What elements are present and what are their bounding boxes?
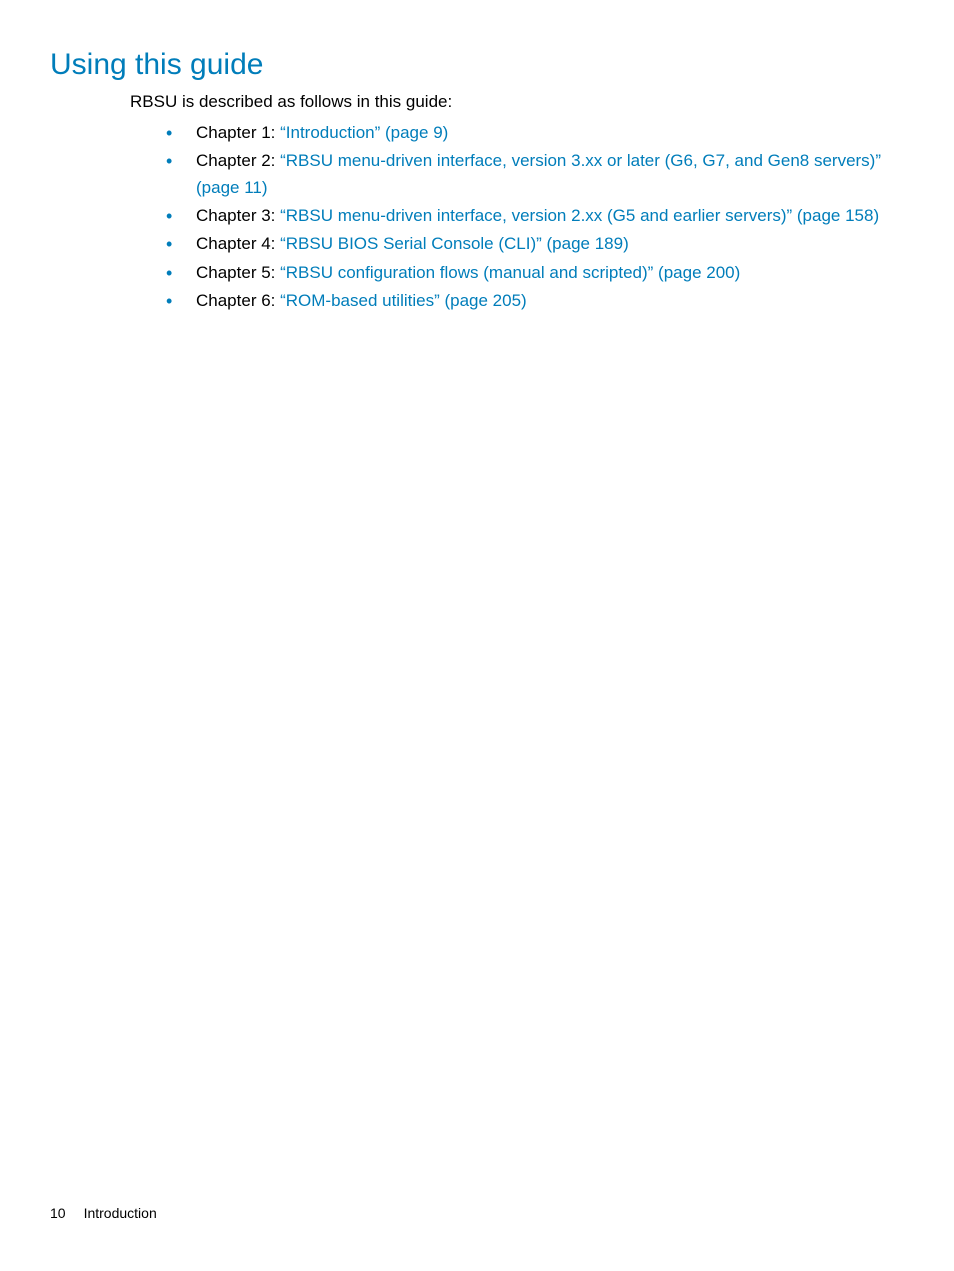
footer-section-name: Introduction xyxy=(84,1205,157,1221)
page-footer: 10 Introduction xyxy=(50,1205,157,1221)
footer-page-number: 10 xyxy=(50,1205,66,1221)
chapter-link-rbsu-v2[interactable]: “RBSU menu-driven interface, version 2.x… xyxy=(280,206,879,225)
list-item: Chapter 4: “RBSU BIOS Serial Console (CL… xyxy=(162,231,904,257)
chapter-link-rbsu-v3[interactable]: “RBSU menu-driven interface, version 3.x… xyxy=(196,151,881,196)
chapter-prefix: Chapter 2: xyxy=(196,151,280,170)
chapter-prefix: Chapter 5: xyxy=(196,263,280,282)
list-item: Chapter 2: “RBSU menu-driven interface, … xyxy=(162,148,904,201)
page-content: Using this guide RBSU is described as fo… xyxy=(0,0,954,314)
chapter-link-introduction[interactable]: “Introduction” (page 9) xyxy=(280,123,448,142)
section-heading: Using this guide xyxy=(50,48,904,82)
chapter-prefix: Chapter 6: xyxy=(196,291,280,310)
chapter-link-bios-serial-console[interactable]: “RBSU BIOS Serial Console (CLI)” (page 1… xyxy=(280,234,629,253)
list-item: Chapter 6: “ROM-based utilities” (page 2… xyxy=(162,288,904,314)
chapter-link-rom-utilities[interactable]: “ROM-based utilities” (page 205) xyxy=(280,291,527,310)
chapter-link-config-flows[interactable]: “RBSU configuration flows (manual and sc… xyxy=(280,263,740,282)
intro-paragraph: RBSU is described as follows in this gui… xyxy=(130,92,904,112)
chapter-list: Chapter 1: “Introduction” (page 9) Chapt… xyxy=(162,120,904,314)
list-item: Chapter 1: “Introduction” (page 9) xyxy=(162,120,904,146)
chapter-prefix: Chapter 3: xyxy=(196,206,280,225)
chapter-prefix: Chapter 4: xyxy=(196,234,280,253)
list-item: Chapter 5: “RBSU configuration flows (ma… xyxy=(162,260,904,286)
chapter-prefix: Chapter 1: xyxy=(196,123,280,142)
list-item: Chapter 3: “RBSU menu-driven interface, … xyxy=(162,203,904,229)
